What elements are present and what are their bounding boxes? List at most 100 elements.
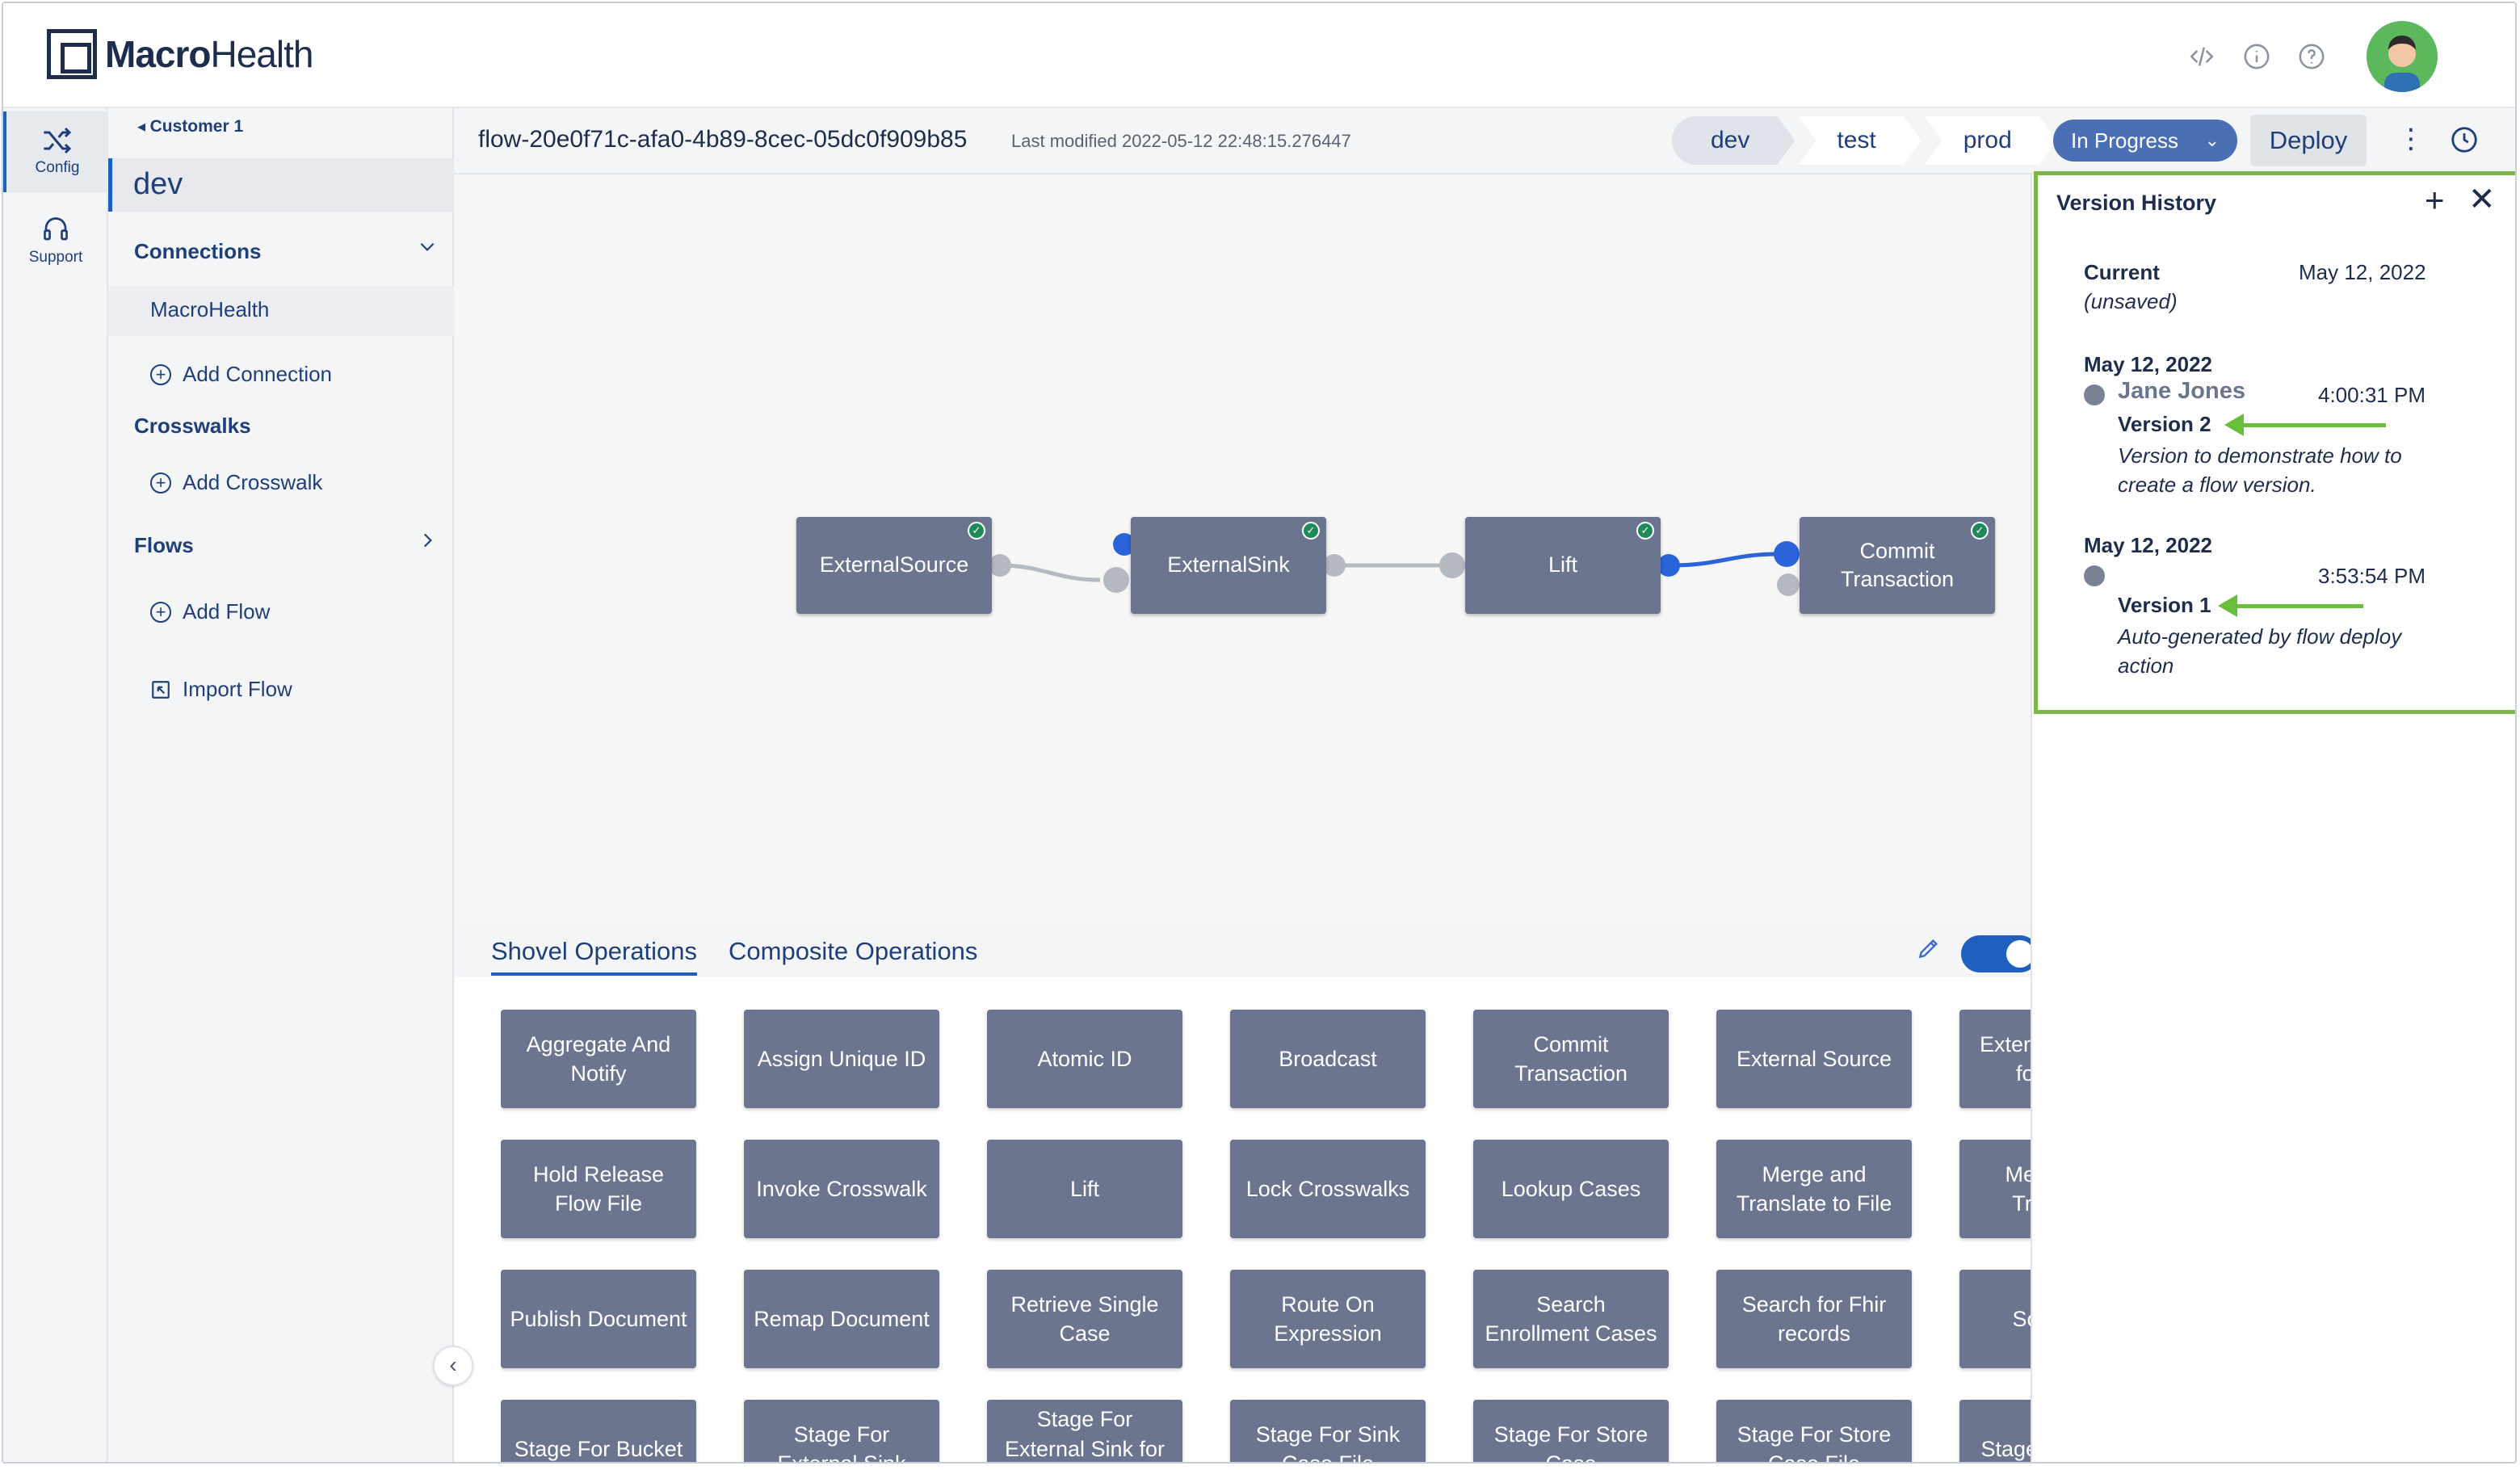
version-2-date: May 12, 2022 [2084,352,2213,376]
flow-node-externalsource[interactable]: ExternalSource ✓ [796,517,992,614]
node-label: Commit Transaction [1840,538,1955,591]
operation-button[interactable]: Stage For Store Case [1473,1400,1669,1462]
operation-button[interactable]: Lock Crosswalks [1230,1140,1426,1238]
user-avatar[interactable] [2367,21,2438,92]
env-pill-dev[interactable]: dev [1672,116,1795,165]
rail-item-config[interactable]: Config [3,111,108,192]
operation-button[interactable]: External Source [1716,1010,1912,1108]
operation-button[interactable]: Atomic ID [987,1010,1182,1108]
operation-button[interactable]: Search for Fhir records [1716,1270,1912,1368]
version-2-time: 4:00:31 PM [2318,383,2426,407]
tab-shovel-operations[interactable]: Shovel Operations [491,937,698,976]
current-note: (unsaved) [2084,289,2178,313]
operations-tabs: Shovel Operations Composite Operations [454,926,2039,977]
check-icon: ✓ [968,522,985,540]
chevron-down-icon: ⌄ [2204,130,2220,150]
header-icons [2186,21,2438,92]
breadcrumb[interactable]: Customer 1 [137,116,244,136]
operation-button[interactable]: Lookup Cases [1473,1140,1669,1238]
flow-canvas[interactable]: ExternalSource ✓ ExternalSink ✓ Lift ✓ C… [454,174,2031,926]
version-2-name[interactable]: Version 2 [2118,412,2211,437]
add-connection-button[interactable]: + Add Connection [150,362,332,387]
operation-button[interactable]: Broadcast [1230,1010,1426,1108]
operation-button[interactable]: Stage For External Sink [744,1400,939,1462]
macrohealth-logo[interactable]: MacroHealth [47,29,313,79]
flow-toolbar: flow-20e0f71c-afa0-4b89-8cec-05dc0f909b8… [454,108,2515,174]
flow-node-commit-transaction[interactable]: Commit Transaction ✓ [1800,517,1995,614]
operation-button[interactable]: Assign Unique ID [744,1010,939,1108]
deploy-button[interactable]: Deploy [2250,115,2367,166]
logo-mark-icon [47,29,97,79]
chevron-down-icon[interactable] [417,236,438,262]
operation-button[interactable]: Publish Document [501,1270,696,1368]
operation-button[interactable]: Commit Transaction [1473,1010,1669,1108]
add-crosswalk-button[interactable]: + Add Crosswalk [150,470,322,495]
check-icon: ✓ [1302,522,1320,540]
operation-button[interactable]: Stage For Store Case File [1716,1400,1912,1462]
version-1-name[interactable]: Version 1 [2118,593,2211,618]
import-flow-button[interactable]: Import Flow [150,677,292,702]
check-icon: ✓ [1971,522,1989,540]
rail-label-config: Config [35,159,80,176]
collapse-sidebar-button[interactable]: ‹ [433,1346,473,1386]
code-icon[interactable] [2186,40,2218,73]
plus-circle-icon: + [150,472,171,494]
import-icon [152,680,170,699]
environment-stepper: dev test prod [1672,116,2060,165]
sidebar: Customer 1 dev Connections MacroHealth +… [108,108,454,1462]
top-header: MacroHealth [3,3,2515,108]
operation-button[interactable]: External Source for FHIR [1959,1010,2031,1108]
version-2-user: Jane Jones [2118,378,2245,404]
env-pill-test[interactable]: test [1798,116,1921,165]
crosswalks-heading[interactable]: Crosswalks [134,414,251,439]
status-dropdown[interactable]: In Progress ⌄ [2053,120,2237,162]
history-clock-icon[interactable] [2449,124,2480,159]
nav-rail: Config Support [3,108,108,1462]
operation-button[interactable]: Merge and Translate [1959,1140,2031,1238]
edit-pencil-icon[interactable] [1916,935,1942,968]
connections-heading[interactable]: Connections [134,239,261,264]
operation-button[interactable]: Merge and Translate to File [1716,1140,1912,1238]
flows-heading[interactable]: Flows [134,533,194,558]
add-connection-label: Add Connection [183,362,333,386]
tab-composite-operations[interactable]: Composite Operations [729,937,977,972]
rail-item-support[interactable]: Support [3,200,108,281]
operation-button[interactable]: Invoke Crosswalk [744,1140,939,1238]
operation-button[interactable]: Retrieve Single Case [987,1270,1182,1368]
info-icon[interactable] [2241,40,2273,73]
operation-button[interactable]: Stage For Case [1959,1400,2031,1462]
user-icon [2084,384,2105,405]
current-label: Current [2084,260,2160,284]
operations-toggle[interactable] [1961,935,2039,972]
operation-button[interactable]: Hold Release Flow File [501,1140,696,1238]
operation-button[interactable]: Source B [1959,1270,2031,1368]
logo-text: MacroHealth [105,33,313,75]
flow-node-externalsink[interactable]: ExternalSink ✓ [1131,517,1326,614]
operations-grid: Aggregate And Notify Assign Unique ID Atom… [501,1010,2031,1462]
operation-button[interactable]: Stage For External Sink for FHIR [987,1400,1182,1462]
flow-node-lift[interactable]: Lift ✓ [1465,517,1661,614]
operations-panel: Shovel Operations Composite Operations A… [454,926,2039,1462]
add-version-icon[interactable]: + [2425,181,2445,220]
operation-button[interactable]: Aggregate And Notify [501,1010,696,1108]
operation-button[interactable]: Lift [987,1140,1182,1238]
help-icon[interactable] [2295,40,2328,73]
rail-label-support: Support [28,249,83,266]
node-label: ExternalSource [819,552,969,578]
operation-button[interactable]: Search Enrollment Cases [1473,1270,1669,1368]
operation-button[interactable]: Stage For Sink Case File [1230,1400,1426,1462]
operation-button[interactable]: Route On Expression [1230,1270,1426,1368]
add-crosswalk-label: Add Crosswalk [183,470,323,494]
chevron-right-icon[interactable] [417,530,438,556]
more-options-icon[interactable]: ⋮ [2397,123,2425,155]
environment-title: dev [108,158,454,212]
add-flow-button[interactable]: + Add Flow [150,599,270,624]
env-pill-prod[interactable]: prod [1925,116,2057,165]
version-history-title: Version History [2056,191,2217,215]
connection-item-macrohealth[interactable]: MacroHealth [150,297,269,322]
operation-button[interactable]: Stage For Bucket [501,1400,696,1462]
close-icon[interactable]: ✕ [2468,181,2496,218]
status-label: In Progress [2071,128,2178,153]
version-1-time: 3:53:54 PM [2318,564,2426,588]
operation-button[interactable]: Remap Document [744,1270,939,1368]
